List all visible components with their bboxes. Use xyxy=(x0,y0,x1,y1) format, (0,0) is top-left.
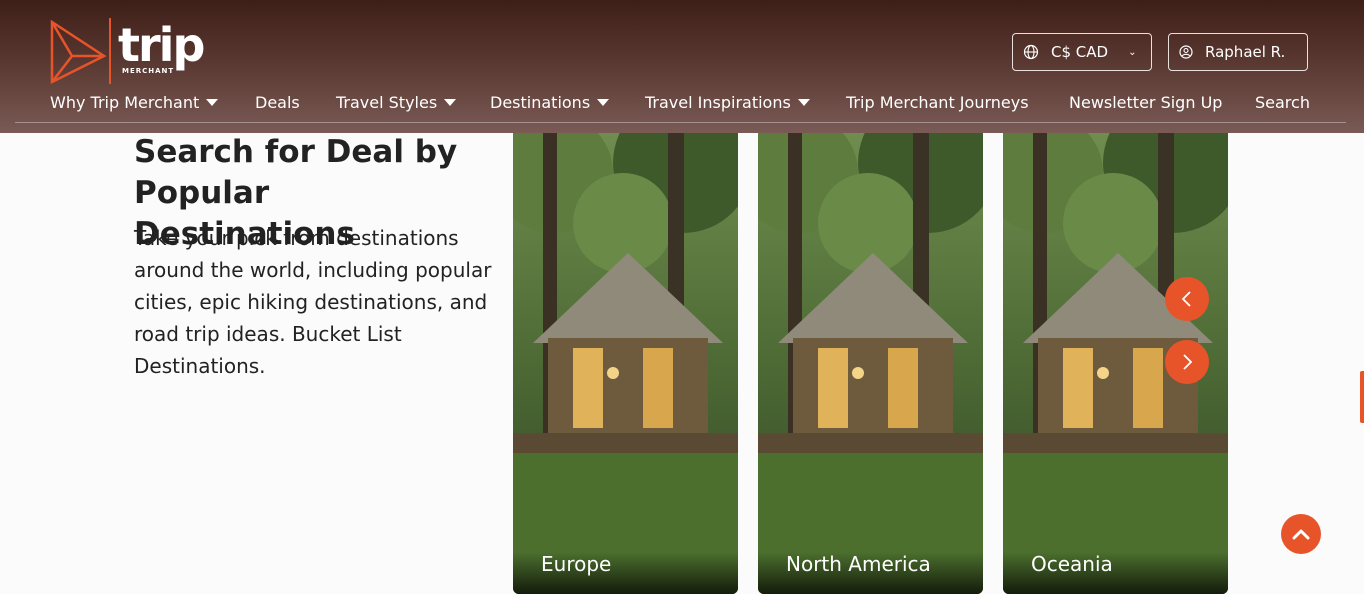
section-description: Take your pick from destinations around … xyxy=(134,226,492,378)
destination-card-north-america[interactable]: North America xyxy=(758,133,983,594)
caret-down-icon xyxy=(797,99,810,106)
user-circle-icon xyxy=(1179,45,1193,59)
nav-divider xyxy=(15,122,1346,123)
nav-label: Newsletter Sign Up xyxy=(1069,93,1223,112)
chevron-down-icon: ⌄ xyxy=(1128,46,1137,58)
site-header: trip MERCHANT C$ CAD ⌄ Raphael R. Why Tr… xyxy=(0,0,1364,133)
nav-destinations[interactable]: Destinations xyxy=(490,93,610,112)
logo-wordmark: trip xyxy=(118,18,205,72)
scroll-to-top-button[interactable] xyxy=(1281,514,1321,554)
nav-trip-merchant-journeys[interactable]: Trip Merchant Journeys xyxy=(846,93,1029,112)
caret-down-icon xyxy=(206,99,219,106)
chevron-left-icon xyxy=(1181,291,1191,307)
user-name: Raphael R. xyxy=(1205,43,1286,61)
chevron-right-icon xyxy=(1183,354,1193,370)
logo-play-icon xyxy=(50,19,107,85)
card-label: North America xyxy=(786,552,931,576)
nav-label: Why Trip Merchant xyxy=(50,93,200,112)
currency-selector[interactable]: C$ CAD ⌄ xyxy=(1012,33,1152,71)
card-label: Europe xyxy=(541,552,612,576)
currency-label: C$ CAD xyxy=(1051,43,1109,61)
caret-down-icon xyxy=(597,99,610,106)
nav-label: Search xyxy=(1255,93,1310,112)
chevron-up-icon xyxy=(1292,529,1310,540)
nav-label: Travel Styles xyxy=(336,93,438,112)
carousel-next-button[interactable] xyxy=(1165,340,1209,384)
feedback-tab[interactable] xyxy=(1360,371,1364,423)
nav-label: Trip Merchant Journeys xyxy=(846,93,1029,112)
carousel-prev-button[interactable] xyxy=(1165,277,1209,321)
nav-search[interactable]: Search xyxy=(1255,93,1310,112)
trip-merchant-logo[interactable]: trip MERCHANT xyxy=(50,18,210,86)
nav-label: Deals xyxy=(255,93,300,112)
nav-newsletter-sign-up[interactable]: Newsletter Sign Up xyxy=(1069,93,1222,112)
nav-label: Travel Inspirations xyxy=(645,93,791,112)
destination-card-europe[interactable]: Europe xyxy=(513,133,738,594)
safari-tent-image xyxy=(513,133,738,594)
nav-why-trip-merchant[interactable]: Why Trip Merchant xyxy=(50,93,219,112)
logo-divider xyxy=(109,18,111,84)
globe-icon xyxy=(1023,44,1039,60)
nav-label: Destinations xyxy=(490,93,591,112)
nav-travel-styles[interactable]: Travel Styles xyxy=(336,93,457,112)
caret-down-icon xyxy=(444,99,457,106)
user-account-button[interactable]: Raphael R. xyxy=(1168,33,1308,71)
safari-tent-image xyxy=(758,133,983,594)
card-label: Oceania xyxy=(1031,552,1113,576)
logo-subtext: MERCHANT xyxy=(122,67,175,75)
nav-deals[interactable]: Deals xyxy=(255,93,300,112)
nav-travel-inspirations[interactable]: Travel Inspirations xyxy=(645,93,810,112)
